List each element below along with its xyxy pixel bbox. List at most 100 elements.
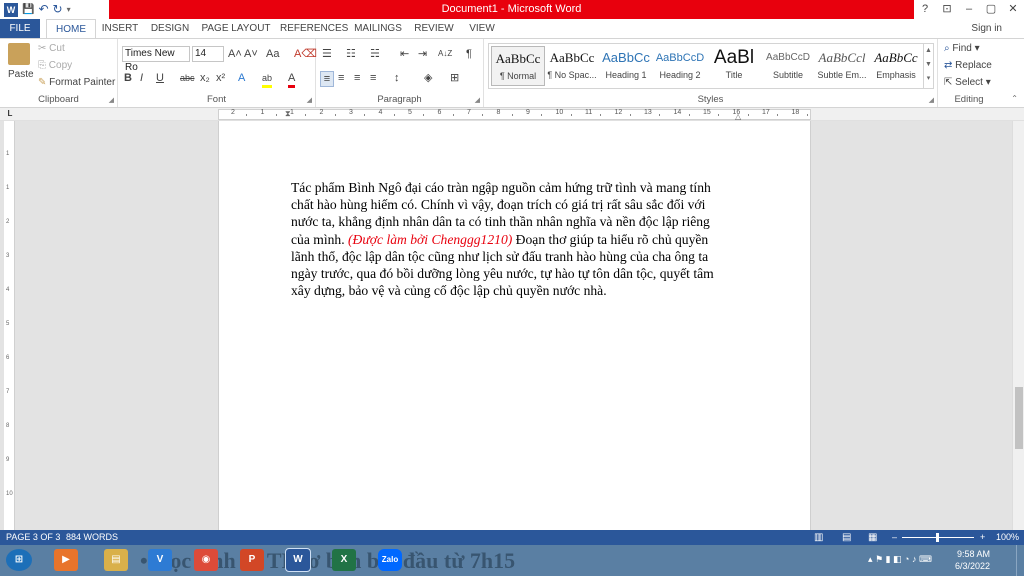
line-spacing-icon[interactable]: ↕ <box>394 71 400 85</box>
paste-icon[interactable] <box>8 43 30 65</box>
style-emphasis[interactable]: AaBbCc Emphasis <box>869 46 923 86</box>
minimize-icon[interactable]: – <box>958 0 980 19</box>
tab-selector[interactable]: L <box>5 108 15 120</box>
read-mode-icon[interactable]: ▥ <box>814 530 823 545</box>
scrollbar-thumb[interactable] <box>1015 387 1023 449</box>
document-body[interactable]: Tác phẩm Bình Ngô đại cáo tràn ngập nguồ… <box>291 179 731 299</box>
right-indent-marker-icon[interactable]: △ <box>735 112 741 121</box>
style-heading-2[interactable]: AaBbCcD Heading 2 <box>653 46 707 86</box>
align-right-icon[interactable]: ≡ <box>354 71 360 85</box>
copy-button[interactable]: ⎘ Copy <box>38 60 72 71</box>
cut-button[interactable]: ✂ Cut <box>38 43 65 54</box>
font-size-select[interactable]: 14 <box>192 46 224 62</box>
replace-button[interactable]: ⇄ Replace <box>944 60 992 71</box>
tab-page-layout[interactable]: PAGE LAYOUT <box>200 19 272 38</box>
page-count[interactable]: PAGE 3 OF 3 <box>6 530 60 545</box>
taskbar-excel-icon[interactable]: X <box>332 549 356 571</box>
taskbar-zalo-icon[interactable]: Zalo <box>378 549 402 571</box>
subscript-button[interactable]: x₂ <box>200 71 210 85</box>
tab-home[interactable]: HOME <box>46 19 96 38</box>
undo-icon[interactable]: ↶ <box>38 1 48 18</box>
strikethrough-button[interactable]: abc <box>180 71 195 85</box>
taskbar-file-explorer-icon[interactable]: ▤ <box>104 549 128 571</box>
document-page[interactable]: Tác phẩm Bình Ngô đại cáo tràn ngập nguồ… <box>218 121 811 530</box>
tab-view[interactable]: VIEW <box>464 19 500 38</box>
word-count[interactable]: 884 WORDS <box>66 530 118 545</box>
tab-file[interactable]: FILE <box>0 19 40 38</box>
align-center-icon[interactable]: ≡ <box>338 71 344 85</box>
underline-button[interactable]: U <box>156 71 164 85</box>
highlight-icon[interactable]: ab <box>262 71 273 88</box>
find-button[interactable]: ⌕ Find ▾ <box>944 43 980 54</box>
grow-font-icon[interactable]: A˄ <box>228 47 242 61</box>
style-subtitle[interactable]: AaBbCcD Subtitle <box>761 46 815 86</box>
show-desktop-button[interactable] <box>1016 545 1024 576</box>
zoom-out-button[interactable]: – <box>892 530 897 545</box>
style-heading-1[interactable]: AaBbCc Heading 1 <box>599 46 653 86</box>
clipboard-launcher-icon[interactable]: ◢ <box>109 96 114 104</box>
format-painter-button[interactable]: ✎ Format Painter <box>38 77 115 88</box>
font-family-select[interactable]: Times New Ro <box>122 46 190 73</box>
taskbar-app-vu-icon[interactable]: V <box>148 549 172 571</box>
horizontal-ruler[interactable]: 2 1 1 2 3 4 5 6 7 8 9 10 11 12 13 14 15 16 17 18 ⧗ △ <box>218 109 811 121</box>
taskbar-start-icon[interactable]: ⊞ <box>6 549 32 571</box>
clock[interactable]: 9:58 AM 6/3/2022 <box>955 548 990 572</box>
ribbon-display-icon[interactable]: ⊡ <box>936 0 958 19</box>
vertical-ruler[interactable]: 1 1 2 3 4 5 6 7 8 9 10 <box>4 121 15 530</box>
tab-mailings[interactable]: MAILINGS <box>352 19 404 38</box>
style-subtle-emphasis[interactable]: AaBbCcl Subtle Em... <box>815 46 869 86</box>
show-formatting-icon[interactable]: ¶ <box>466 47 472 61</box>
sort-icon[interactable]: A↓Z <box>438 47 452 61</box>
taskbar-media-player-icon[interactable]: ▶ <box>54 549 78 571</box>
style-normal[interactable]: AaBbCc ¶ Normal <box>491 46 545 86</box>
zoom-slider-thumb[interactable] <box>936 533 939 542</box>
select-button[interactable]: ⇱ Select ▾ <box>944 77 991 88</box>
clear-formatting-icon[interactable]: A⌫ <box>294 47 317 61</box>
indent-marker-icon[interactable]: ⧗ <box>285 109 291 119</box>
save-icon[interactable]: 💾 <box>22 1 34 18</box>
zoom-in-button[interactable]: + <box>980 530 985 545</box>
paste-button[interactable]: Paste <box>8 69 34 80</box>
style-title[interactable]: AaBl Title <box>707 46 761 86</box>
help-icon[interactable]: ? <box>914 0 936 19</box>
tab-design[interactable]: DESIGN <box>148 19 192 38</box>
customize-qat-icon[interactable]: ▾ <box>67 1 71 18</box>
italic-button[interactable]: I <box>140 71 143 85</box>
shrink-font-icon[interactable]: A˅ <box>244 47 258 61</box>
decrease-indent-icon[interactable]: ⇤ <box>400 47 409 61</box>
font-launcher-icon[interactable]: ◢ <box>307 96 312 104</box>
font-color-icon[interactable]: A <box>288 71 296 88</box>
zoom-level[interactable]: 100% <box>996 530 1019 545</box>
change-case-icon[interactable]: Aa <box>266 47 279 61</box>
sign-in-link[interactable]: Sign in <box>971 19 1002 38</box>
styles-launcher-icon[interactable]: ◢ <box>929 96 934 104</box>
system-tray-icons[interactable]: ▴ ⚑ ▮ ◧ ◔ ♪ ⌨ <box>868 554 932 565</box>
web-layout-icon[interactable]: ▦ <box>868 530 877 545</box>
text-effects-icon[interactable]: A <box>238 71 245 85</box>
close-icon[interactable]: ✕ <box>1002 0 1024 19</box>
word-app-icon[interactable]: W <box>4 2 18 17</box>
taskbar-powerpoint-icon[interactable]: P <box>240 549 264 571</box>
taskbar-word-icon[interactable]: W <box>285 548 311 572</box>
taskbar-chrome-icon[interactable]: ◉ <box>194 549 218 571</box>
increase-indent-icon[interactable]: ⇥ <box>418 47 427 61</box>
shading-icon[interactable]: ◈ <box>424 71 432 85</box>
bold-button[interactable]: B <box>124 71 132 85</box>
justify-icon[interactable]: ≡ <box>370 71 376 85</box>
tab-insert[interactable]: INSERT <box>98 19 142 38</box>
vertical-scrollbar[interactable] <box>1012 121 1024 530</box>
redo-icon[interactable]: ↻ <box>53 1 63 18</box>
styles-scroll[interactable]: ▲ ▼ ▾ <box>923 44 933 88</box>
collapse-ribbon-icon[interactable]: ⌃ <box>1011 94 1018 103</box>
borders-icon[interactable]: ⊞ <box>450 71 459 85</box>
bullets-icon[interactable]: ☰ <box>322 47 332 61</box>
maximize-icon[interactable]: ▢ <box>980 0 1002 19</box>
superscript-button[interactable]: x² <box>216 71 225 85</box>
paragraph-launcher-icon[interactable]: ◢ <box>475 96 480 104</box>
tab-references[interactable]: REFERENCES <box>280 19 348 38</box>
multilevel-list-icon[interactable]: ☵ <box>370 47 380 61</box>
align-left-icon[interactable]: ≡ <box>320 71 334 87</box>
tab-review[interactable]: REVIEW <box>412 19 456 38</box>
style-no-spacing[interactable]: AaBbCc ¶ No Spac... <box>545 46 599 86</box>
print-layout-icon[interactable]: ▤ <box>842 530 851 545</box>
